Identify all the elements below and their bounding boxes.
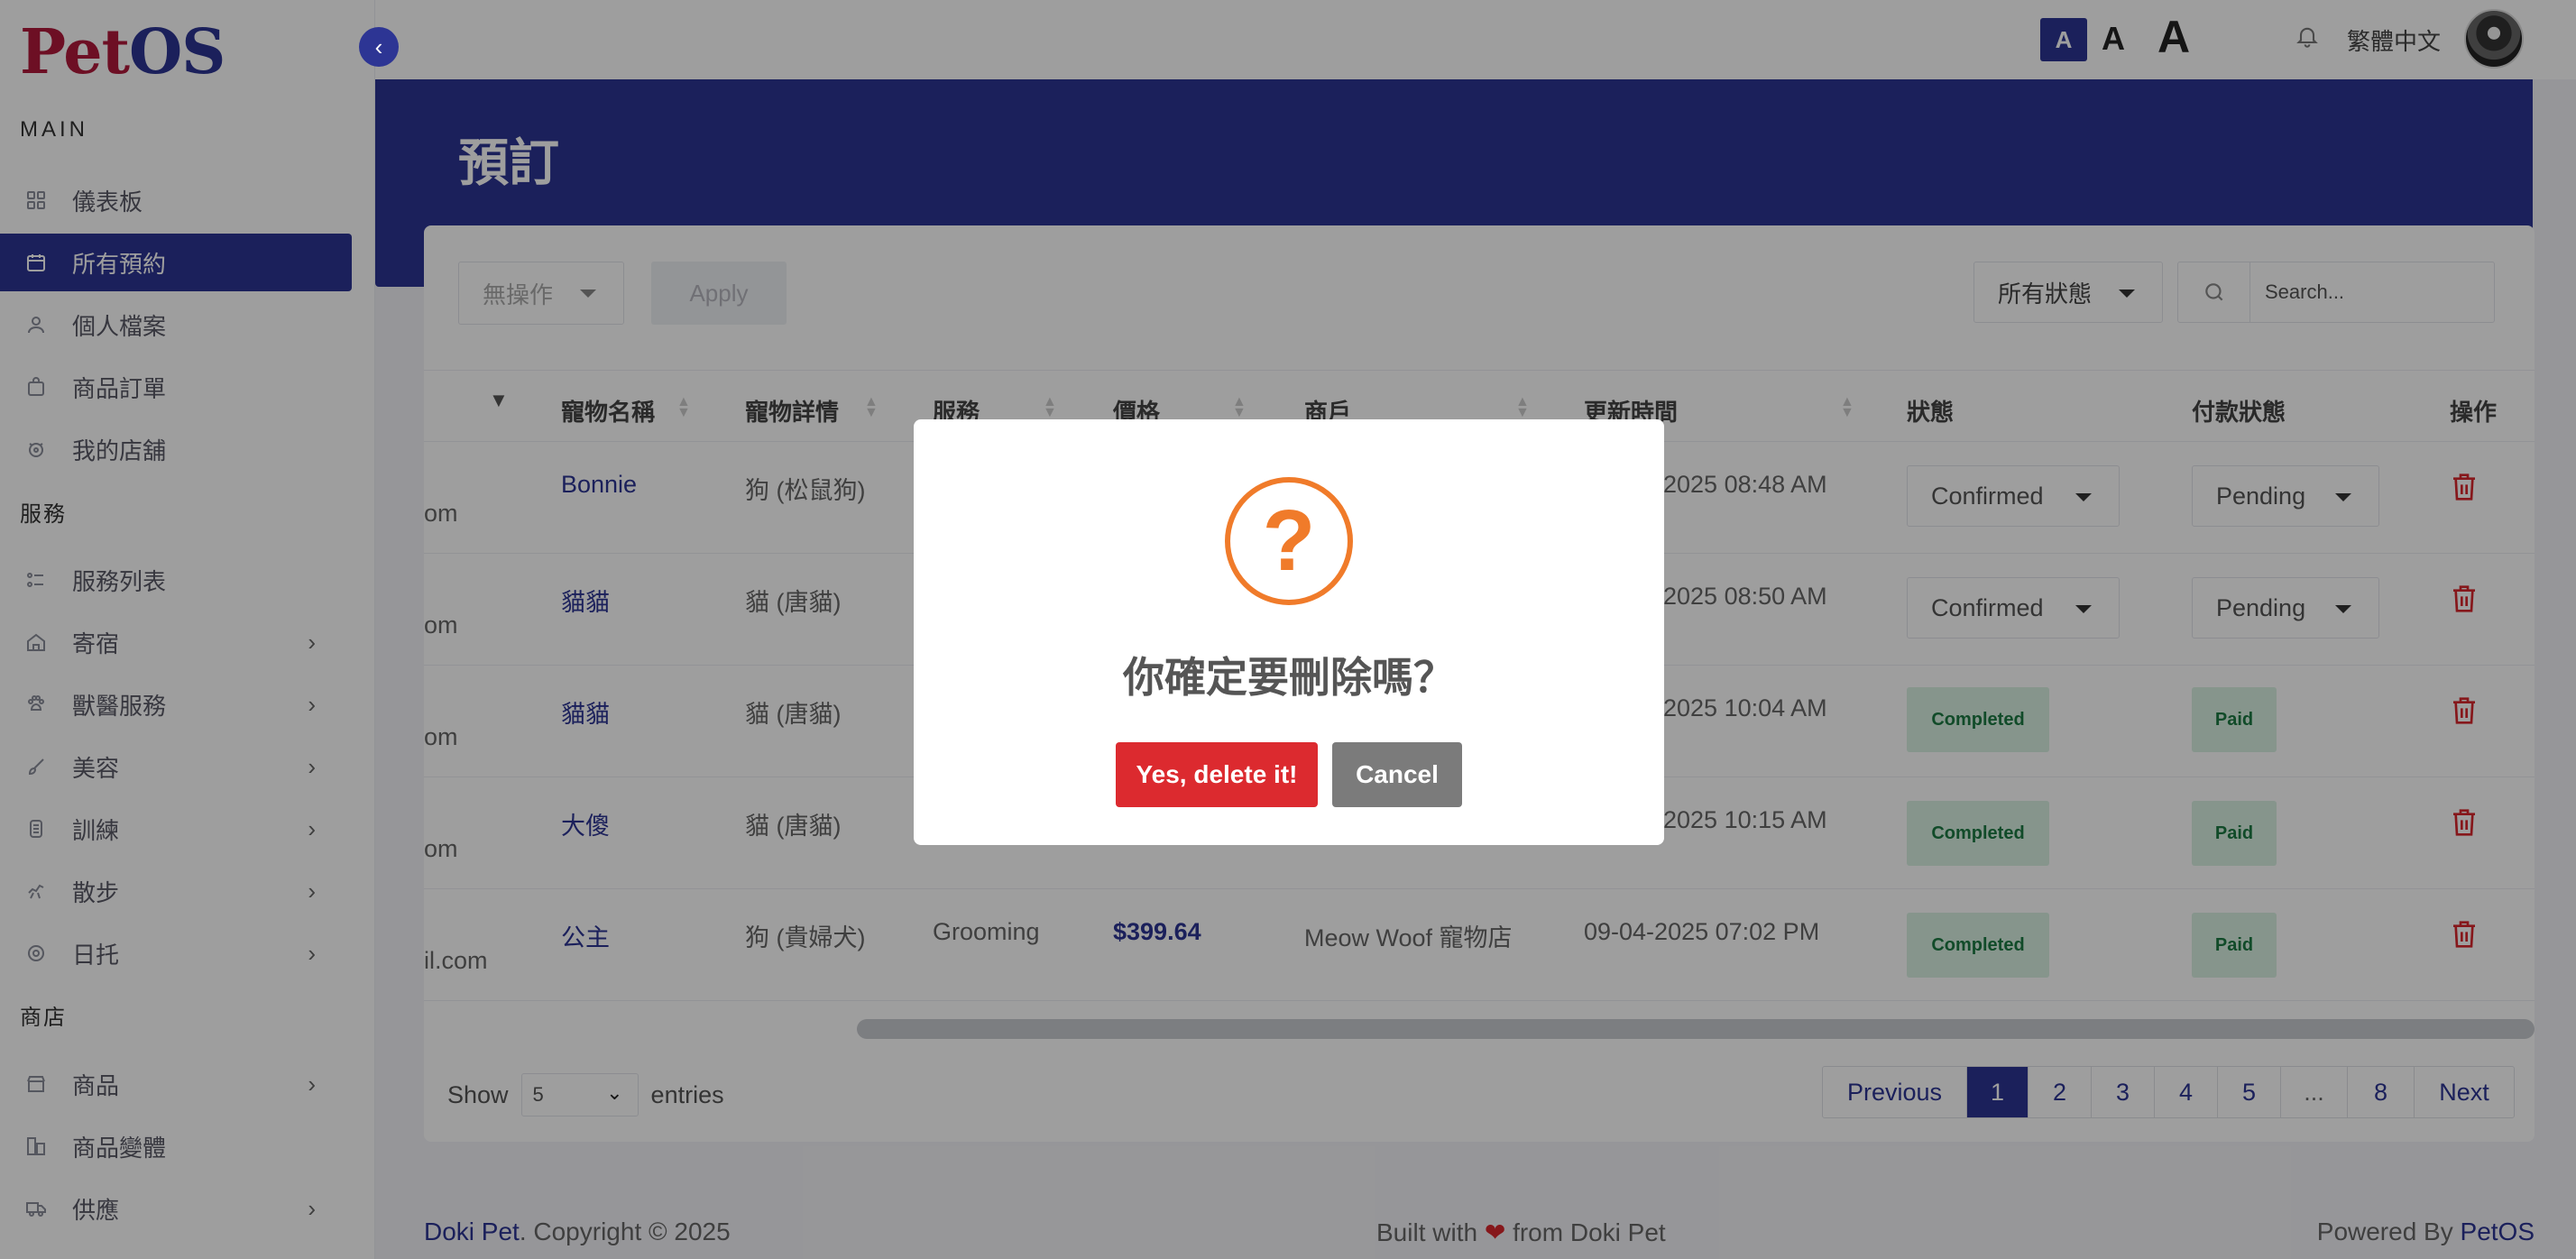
collapse-sidebar-button[interactable]: ‹ [359,27,399,67]
confirm-delete-button[interactable]: Yes, delete it! [1116,742,1318,807]
dialog-title: 你確定要刪除嗎？ [1123,654,1455,701]
question-icon: ? [1225,477,1353,605]
cancel-button[interactable]: Cancel [1332,742,1462,807]
chevron-left-icon: ‹ [374,32,383,60]
delete-confirmation-dialog: ? 你確定要刪除嗎？ Yes, delete it! Cancel [914,419,1664,845]
